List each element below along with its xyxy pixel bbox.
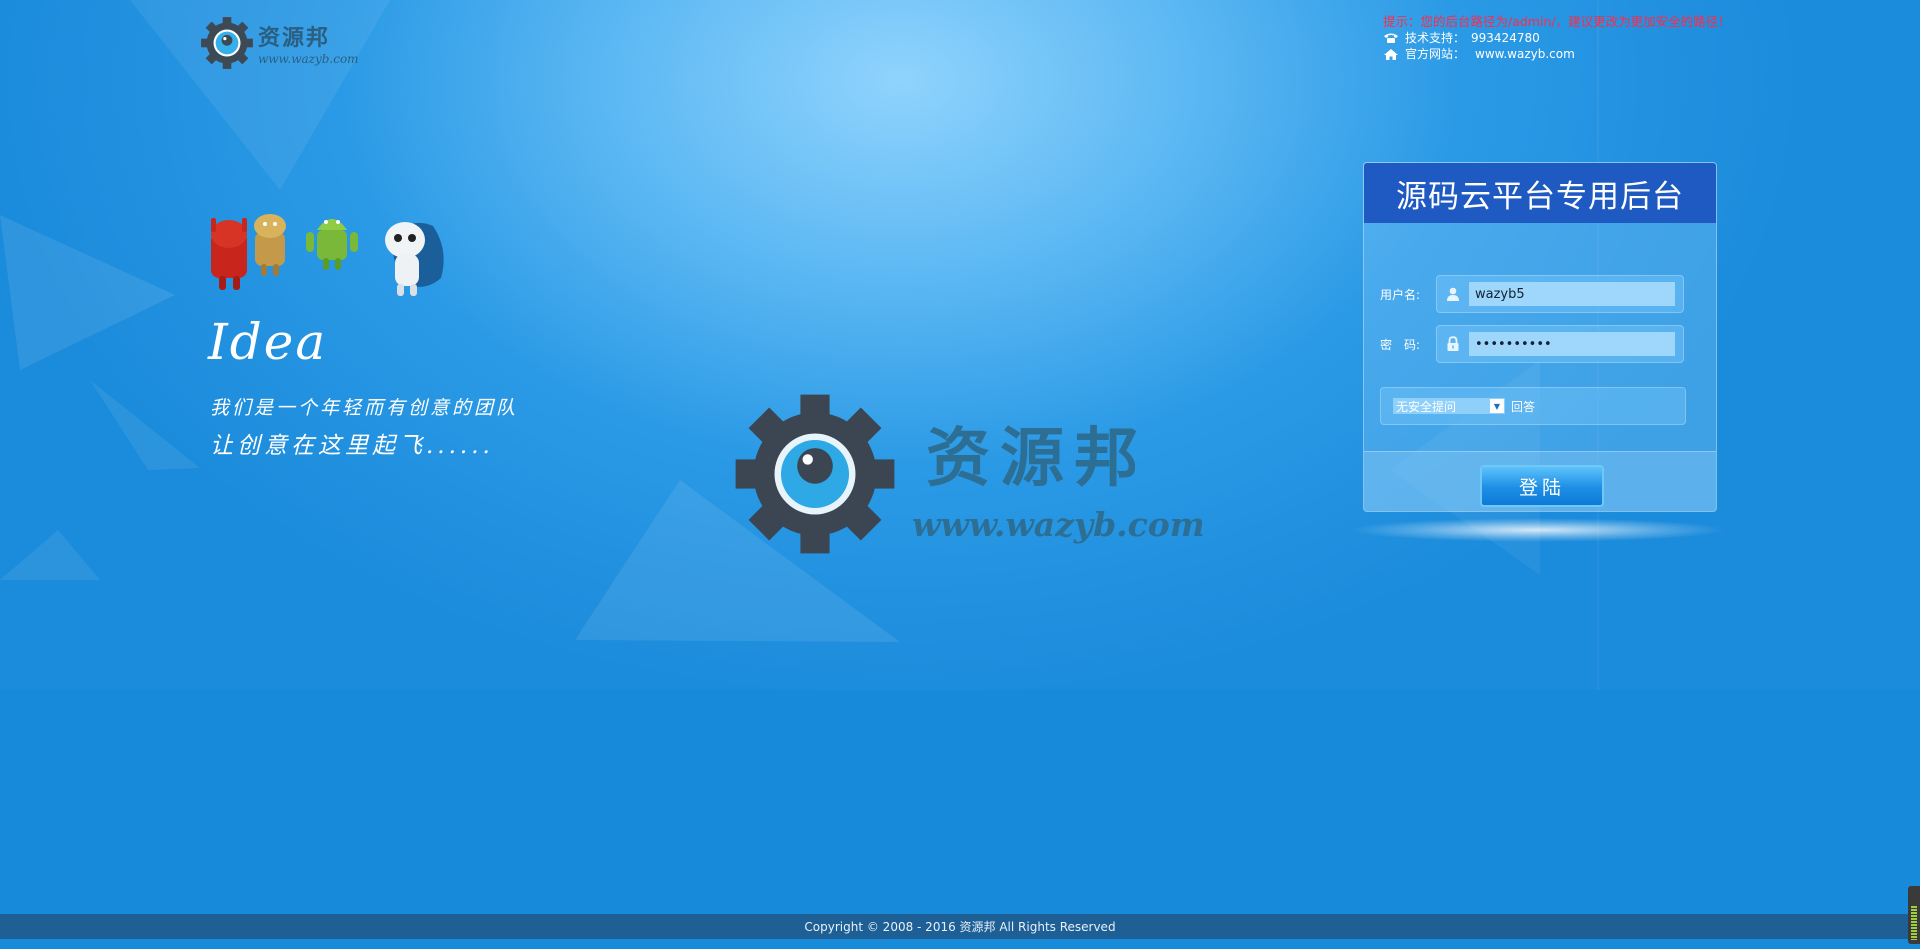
security-question-row: 无安全提问 ▼ 回答 xyxy=(1380,387,1686,425)
idea-heading: Idea xyxy=(208,313,328,371)
password-row: 密 码: xyxy=(1380,325,1684,363)
gold-robot xyxy=(254,214,286,276)
answer-label: 回答 xyxy=(1511,399,1536,414)
chevron-down-icon[interactable]: ▼ xyxy=(1490,399,1504,413)
username-input[interactable] xyxy=(1469,282,1675,306)
gear-eye-watermark-icon xyxy=(735,394,895,554)
slogan-line-1: 我们是一个年轻而有创意的团队 xyxy=(210,397,519,419)
admin-path-warning: 提示：您的后台路径为/admin/，建议更改为更加安全的路径！ xyxy=(1383,14,1731,29)
login-button[interactable]: 登陆 xyxy=(1480,465,1604,507)
home-icon xyxy=(1384,48,1398,60)
website-row: 官方网站： www.wazyb.com xyxy=(1383,46,1713,62)
header-notice: 提示：您的后台路径为/admin/，建议更改为更加安全的路径！ 技术支持： 99… xyxy=(1383,14,1731,62)
username-row: 用户名: xyxy=(1380,275,1684,313)
logo-title: 资源邦 xyxy=(258,25,331,51)
password-field xyxy=(1436,325,1684,363)
login-footer: 登陆 xyxy=(1364,451,1716,511)
copyright-text: Copyright © 2008 - 2016 资源邦 All Rights R… xyxy=(804,920,1116,934)
center-watermark: 资源邦 www.wazyb.com xyxy=(734,393,1205,563)
support-value: 993424780 xyxy=(1471,31,1540,45)
support-row: 技术支持： 993424780 xyxy=(1383,30,1713,46)
footer: Copyright © 2008 - 2016 资源邦 All Rights R… xyxy=(0,914,1920,939)
side-widget-bar xyxy=(1911,906,1917,940)
password-input[interactable] xyxy=(1469,332,1675,356)
watermark-url: www.wazyb.com xyxy=(912,505,1205,544)
logo-url: www.wazyb.com xyxy=(258,52,359,66)
username-field xyxy=(1436,275,1684,313)
login-title: 源码云平台专用后台 xyxy=(1364,163,1716,223)
password-label: 密 码: xyxy=(1380,337,1421,352)
username-label: 用户名: xyxy=(1380,287,1421,302)
website-link[interactable]: www.wazyb.com xyxy=(1475,46,1575,62)
security-question-select[interactable]: 无安全提问 ▼ xyxy=(1393,398,1505,414)
android-robots-illustration xyxy=(211,214,444,296)
phone-icon xyxy=(1384,33,1398,43)
side-widget-tab[interactable] xyxy=(1908,886,1920,944)
footer-bottom-strip xyxy=(0,939,1920,949)
support-label: 技术支持： xyxy=(1405,31,1466,45)
white-robot xyxy=(385,222,444,296)
red-robot xyxy=(211,218,247,290)
security-question-value: 无安全提问 xyxy=(1396,399,1457,414)
site-logo[interactable]: 资源邦 www.wazyb.com xyxy=(200,16,360,74)
slogan-line-2: 让创意在这里起飞...... xyxy=(210,433,494,459)
green-robot xyxy=(306,219,358,270)
lock-icon xyxy=(1437,326,1469,362)
user-icon xyxy=(1437,276,1469,312)
gear-eye-logo-icon xyxy=(201,17,253,69)
login-panel: 源码云平台专用后台 用户名: 密 码: 无安全提问 ▼ 回答 登陆 xyxy=(1363,162,1717,512)
website-label: 官方网站： xyxy=(1405,47,1466,61)
login-glow xyxy=(1348,518,1728,542)
watermark-title: 资源邦 xyxy=(926,421,1148,496)
lower-background xyxy=(0,690,1920,914)
